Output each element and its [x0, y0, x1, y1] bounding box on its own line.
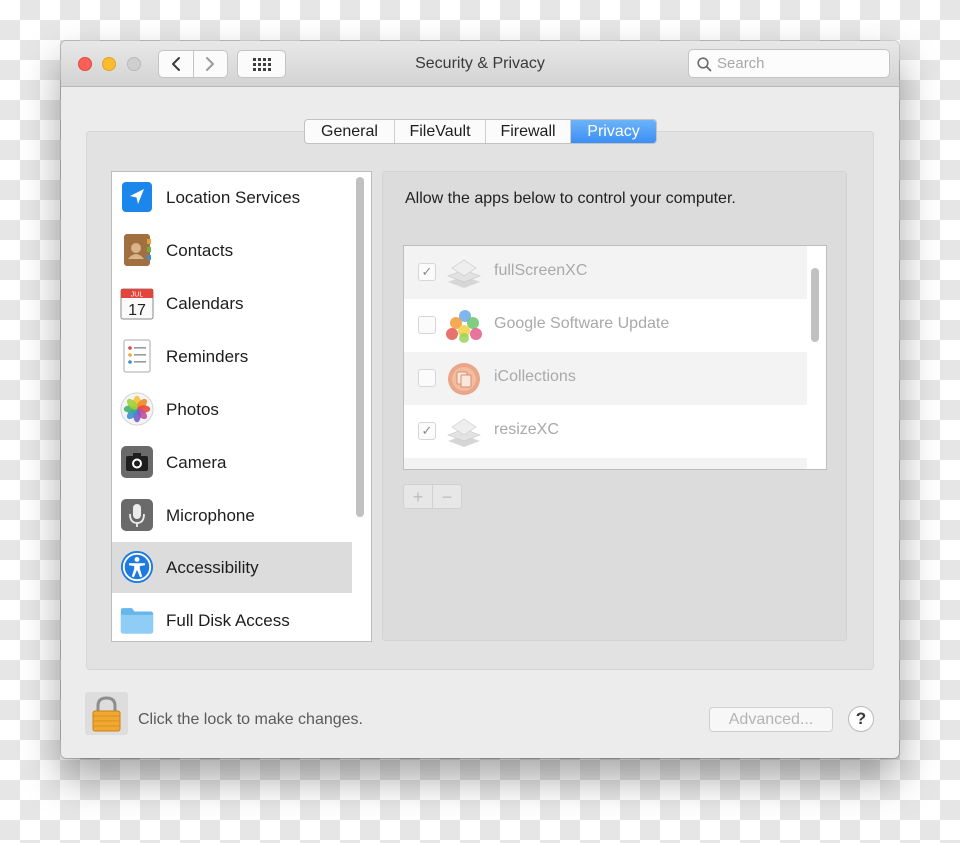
app-row[interactable]: ✓ resizeXC	[404, 405, 807, 458]
icollections-icon	[444, 360, 484, 398]
lock-message: Click the lock to make changes.	[138, 711, 363, 728]
app-name: resizeXC	[494, 421, 559, 438]
contacts-book-icon	[120, 233, 154, 267]
padlock-icon	[92, 696, 121, 732]
app-row[interactable]: iCollections	[404, 352, 807, 405]
calendar-day-text: 17	[128, 302, 146, 319]
tab-general[interactable]: General	[305, 120, 395, 143]
sidebar-item-label: Accessibility	[166, 557, 259, 577]
title-bar: Security & Privacy	[61, 41, 899, 87]
tab-filevault[interactable]: FileVault	[395, 120, 486, 143]
app-checkbox[interactable]: ✓	[418, 263, 436, 281]
sidebar-item-accessibility[interactable]: Accessibility	[112, 542, 352, 593]
location-arrow-icon	[120, 180, 154, 214]
sidebar-item-label: Camera	[166, 452, 227, 472]
app-checkbox[interactable]: ✓	[418, 422, 436, 440]
advanced-button[interactable]: Advanced...	[709, 707, 833, 732]
sidebar-item-full-disk-access[interactable]: Full Disk Access	[112, 595, 352, 641]
app-name: Google Software Update	[494, 315, 670, 332]
accessibility-person-icon	[120, 550, 154, 584]
panel-description: Allow the apps below to control your com…	[405, 190, 736, 207]
app-row[interactable]: Google Software Update	[404, 299, 807, 352]
stack-layers-icon	[444, 413, 484, 451]
sidebar-item-camera[interactable]: Camera	[112, 437, 352, 488]
microphone-icon	[120, 498, 154, 532]
sidebar-item-label: Microphone	[166, 505, 255, 525]
sidebar-item-reminders[interactable]: Reminders	[112, 331, 352, 382]
photos-flower-icon	[120, 392, 154, 426]
sidebar-item-label: Calendars	[166, 293, 244, 313]
sidebar-item-label: Photos	[166, 399, 219, 419]
app-row[interactable]: ✓ fullScreenXC	[404, 246, 807, 299]
sidebar-item-microphone[interactable]: Microphone	[112, 490, 352, 541]
search-input[interactable]	[717, 53, 882, 74]
sidebar-item-label: Contacts	[166, 240, 234, 260]
help-button[interactable]: ?	[848, 706, 874, 732]
search-field[interactable]	[688, 49, 890, 78]
add-remove-buttons: + −	[403, 484, 462, 509]
apps-list[interactable]: ✓ fullScreenXC Google Software Update iC…	[403, 245, 827, 470]
tab-privacy[interactable]: Privacy	[571, 120, 656, 143]
search-icon	[697, 57, 712, 72]
folder-icon	[120, 603, 154, 637]
apps-list-scrollbar[interactable]	[811, 268, 819, 342]
add-app-button[interactable]: +	[404, 485, 432, 508]
sidebar-item-calendars[interactable]: JUL 17 Calendars	[112, 278, 352, 329]
calendar-icon: JUL 17	[120, 286, 154, 320]
sidebar-item-label: Location Services	[166, 187, 301, 207]
app-row-partial[interactable]	[404, 458, 807, 469]
sidebar-item-location-services[interactable]: Location Services	[112, 172, 352, 223]
stack-layers-icon	[444, 254, 484, 292]
lock-button[interactable]	[85, 692, 128, 735]
preferences-window: Security & Privacy General FileVault Fir…	[61, 41, 899, 758]
accessibility-panel: Allow the apps below to control your com…	[382, 171, 847, 641]
sidebar-scrollbar[interactable]	[356, 177, 364, 517]
privacy-category-list[interactable]: Location Services Contacts JUL 17 Calend…	[111, 171, 372, 642]
sidebar-item-photos[interactable]: Photos	[112, 384, 352, 435]
tab-firewall[interactable]: Firewall	[486, 120, 571, 143]
colored-balls-icon	[444, 307, 484, 345]
reminders-list-icon	[120, 339, 154, 373]
remove-app-button[interactable]: −	[432, 485, 461, 508]
camera-icon	[120, 445, 154, 479]
app-name: fullScreenXC	[494, 262, 588, 279]
app-checkbox[interactable]	[418, 316, 436, 334]
app-name: iCollections	[494, 368, 576, 385]
calendar-month-text: JUL	[131, 292, 144, 299]
app-checkbox[interactable]	[418, 369, 436, 387]
sidebar-item-label: Reminders	[166, 346, 249, 366]
tab-bar: General FileVault Firewall Privacy	[304, 119, 657, 144]
sidebar-item-contacts[interactable]: Contacts	[112, 225, 352, 276]
sidebar-item-label: Full Disk Access	[166, 610, 290, 630]
